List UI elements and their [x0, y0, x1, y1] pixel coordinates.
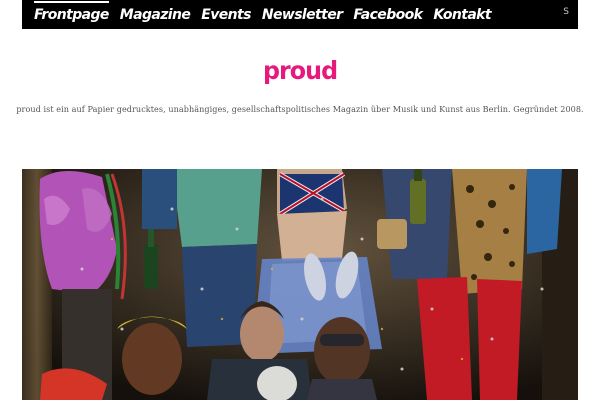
nav-item-facebook[interactable]: Facebook [353, 7, 433, 29]
nav-item-frontpage[interactable]: Frontpage [34, 1, 120, 29]
nav-item-events[interactable]: Events [201, 7, 262, 29]
hero-image[interactable] [22, 169, 578, 400]
site-logo[interactable]: proud [0, 56, 600, 85]
nav-item-magazine[interactable]: Magazine [120, 7, 201, 29]
search-icon[interactable]: S [563, 7, 569, 17]
page: Frontpage Magazine Events Newsletter Fac… [0, 0, 600, 400]
nav-item-kontakt[interactable]: Kontakt [433, 7, 502, 29]
site-tagline: proud ist ein auf Papier gedrucktes, una… [16, 104, 584, 114]
main-navigation: Frontpage Magazine Events Newsletter Fac… [22, 0, 578, 29]
nav-menu: Frontpage Magazine Events Newsletter Fac… [34, 0, 502, 29]
nav-item-newsletter[interactable]: Newsletter [262, 7, 354, 29]
logo-text: proud [262, 56, 338, 85]
